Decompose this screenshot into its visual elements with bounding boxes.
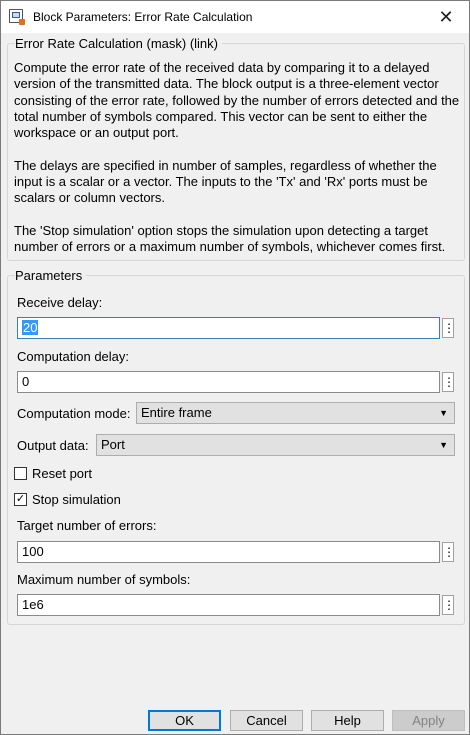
checkmark-icon: ✓ <box>15 493 26 505</box>
title-bar[interactable]: Block Parameters: Error Rate Calculation… <box>1 1 469 33</box>
receive-delay-more-options-icon[interactable]: ⋮ <box>442 318 455 338</box>
close-button[interactable]: ✕ <box>429 3 463 31</box>
target-errors-more-options-icon[interactable]: ⋮ <box>442 542 455 562</box>
close-icon: ✕ <box>438 7 454 27</box>
reset-port-label: Reset port <box>32 466 92 481</box>
chevron-down-icon: ▼ <box>439 408 448 418</box>
receive-delay-value: 20 <box>22 320 39 335</box>
computation-delay-more-options-icon[interactable]: ⋮ <box>442 372 455 392</box>
stop-simulation-checkbox[interactable]: ✓ <box>14 493 27 506</box>
help-button[interactable]: Help <box>311 710 384 731</box>
receive-delay-label: Receive delay: <box>17 295 103 310</box>
window-title: Block Parameters: Error Rate Calculation <box>33 10 253 24</box>
chevron-down-icon: ▼ <box>439 440 448 450</box>
max-symbols-more-options-icon[interactable]: ⋮ <box>442 595 455 615</box>
output-data-dropdown[interactable]: Port ▼ <box>96 434 455 456</box>
stop-simulation-label: Stop simulation <box>32 492 121 507</box>
computation-delay-field[interactable]: 0 <box>17 371 440 393</box>
target-errors-field[interactable]: 100 <box>17 541 440 563</box>
block-app-icon <box>9 9 25 25</box>
reset-port-checkbox[interactable] <box>14 467 27 480</box>
max-symbols-field[interactable]: 1e6 <box>17 594 440 616</box>
mask-description: Compute the error rate of the received d… <box>14 60 462 272</box>
max-symbols-label: Maximum number of symbols: <box>17 572 191 587</box>
output-data-label: Output data: <box>17 438 89 453</box>
mask-group-title: Error Rate Calculation (mask) (link) <box>15 36 222 51</box>
output-data-value: Port <box>101 437 125 452</box>
computation-delay-label: Computation delay: <box>17 349 130 364</box>
dialog-window: Block Parameters: Error Rate Calculation… <box>0 0 470 735</box>
description-paragraph-2: The delays are specified in number of sa… <box>14 157 437 206</box>
parameters-group-title: Parameters <box>15 268 87 283</box>
apply-button: Apply <box>392 710 465 731</box>
computation-mode-dropdown[interactable]: Entire frame ▼ <box>136 402 455 424</box>
ok-button[interactable]: OK <box>148 710 221 731</box>
computation-mode-label: Computation mode: <box>17 406 131 421</box>
description-paragraph-1: Compute the error rate of the received d… <box>14 60 460 141</box>
computation-mode-value: Entire frame <box>141 405 212 420</box>
cancel-button[interactable]: Cancel <box>230 710 303 731</box>
target-errors-label: Target number of errors: <box>17 518 157 533</box>
receive-delay-field[interactable]: 20 <box>17 317 440 339</box>
description-paragraph-3: The 'Stop simulation' option stops the s… <box>14 222 446 255</box>
